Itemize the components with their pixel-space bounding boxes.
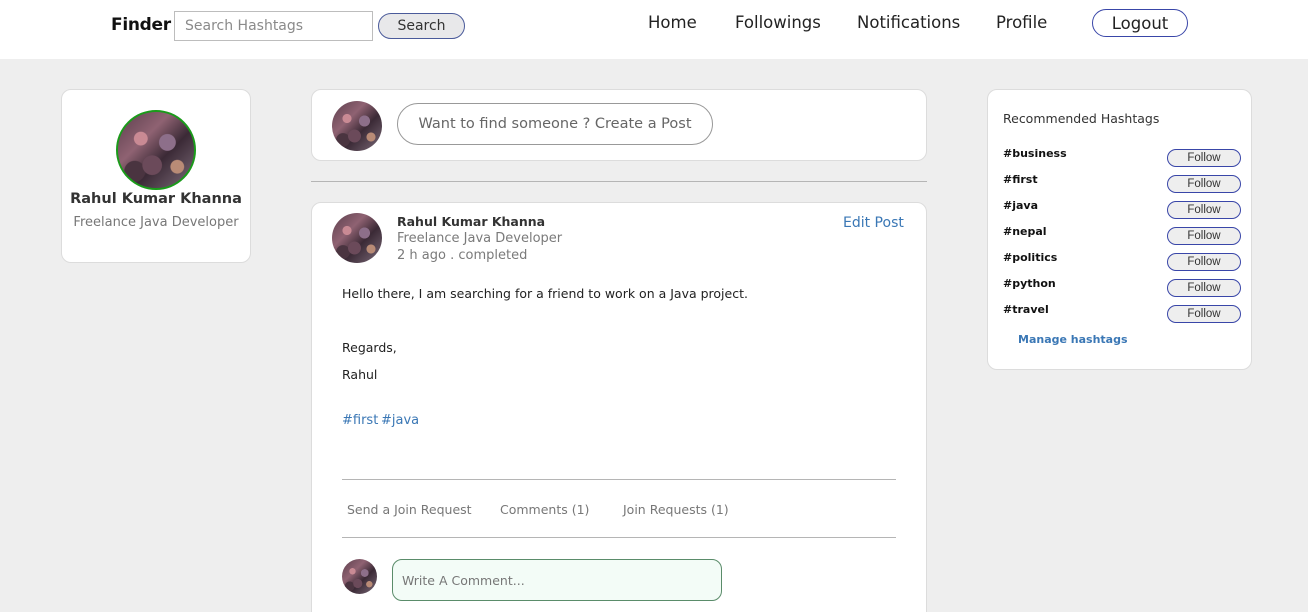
recommended-hashtags-card: Recommended Hashtags #business Follow #f… (987, 89, 1252, 370)
comment-input[interactable] (392, 559, 722, 601)
search-hashtags-input[interactable] (174, 11, 373, 41)
create-post-card: Want to find someone ? Create a Post (311, 89, 927, 161)
search-button[interactable]: Search (378, 13, 465, 39)
post-author-avatar[interactable] (332, 213, 382, 263)
post-hashtag-link[interactable]: #java (381, 413, 419, 428)
hashtag-row: #travel Follow (1003, 303, 1243, 325)
post-author-name[interactable]: Rahul Kumar Khanna (397, 214, 545, 229)
post-actions-divider-bottom (342, 537, 896, 538)
logout-button[interactable]: Logout (1092, 9, 1188, 37)
manage-hashtags-link[interactable]: Manage hashtags (1018, 333, 1128, 346)
nav-notifications[interactable]: Notifications (857, 13, 960, 32)
post-timestamp-status: 2 h ago . completed (397, 248, 528, 263)
post-author-title: Freelance Java Developer (397, 231, 563, 246)
top-navbar: Finder Search Home Followings Notificati… (0, 0, 1308, 59)
profile-name[interactable]: Rahul Kumar Khanna (62, 191, 250, 207)
hashtag-name[interactable]: #nepal (1003, 225, 1047, 238)
recommended-hashtags-title: Recommended Hashtags (1003, 111, 1160, 126)
nav-profile[interactable]: Profile (996, 13, 1047, 32)
hashtag-row: #first Follow (1003, 173, 1243, 195)
hashtag-name[interactable]: #first (1003, 173, 1038, 186)
hashtag-name[interactable]: #business (1003, 147, 1067, 160)
nav-followings[interactable]: Followings (735, 13, 821, 32)
follow-button[interactable]: Follow (1167, 305, 1241, 323)
hashtag-row: #python Follow (1003, 277, 1243, 299)
hashtag-row: #business Follow (1003, 147, 1243, 169)
feed-divider (311, 181, 927, 182)
hashtag-row: #nepal Follow (1003, 225, 1243, 247)
post-actions-divider-top (342, 479, 896, 480)
post-body-line: Rahul (342, 367, 378, 382)
composer-avatar (332, 101, 382, 151)
post-body-line: Regards, (342, 340, 397, 355)
follow-button[interactable]: Follow (1167, 227, 1241, 245)
follow-button[interactable]: Follow (1167, 253, 1241, 271)
hashtag-row: #politics Follow (1003, 251, 1243, 273)
join-requests-button[interactable]: Join Requests (1) (623, 502, 729, 517)
comment-avatar (342, 559, 377, 594)
follow-button[interactable]: Follow (1167, 201, 1241, 219)
follow-button[interactable]: Follow (1167, 279, 1241, 297)
brand-logo[interactable]: Finder (111, 15, 171, 35)
follow-button[interactable]: Follow (1167, 149, 1241, 167)
profile-title: Freelance Java Developer (73, 215, 239, 230)
hashtag-row: #java Follow (1003, 199, 1243, 221)
follow-button[interactable]: Follow (1167, 175, 1241, 193)
hashtag-name[interactable]: #python (1003, 277, 1056, 290)
post-card: Rahul Kumar Khanna Freelance Java Develo… (311, 202, 927, 612)
post-hashtag-link[interactable]: #first (342, 413, 378, 428)
profile-avatar[interactable] (116, 110, 196, 190)
hashtag-name[interactable]: #travel (1003, 303, 1049, 316)
profile-card: Rahul Kumar Khanna Freelance Java Develo… (61, 89, 251, 263)
comments-button[interactable]: Comments (1) (500, 502, 589, 517)
hashtag-name[interactable]: #politics (1003, 251, 1057, 264)
create-post-button[interactable]: Want to find someone ? Create a Post (397, 103, 713, 145)
edit-post-link[interactable]: Edit Post (843, 215, 904, 231)
send-join-request-button[interactable]: Send a Join Request (347, 502, 472, 517)
nav-home[interactable]: Home (648, 13, 697, 32)
post-body-line: Hello there, I am searching for a friend… (342, 286, 748, 301)
hashtag-name[interactable]: #java (1003, 199, 1038, 212)
